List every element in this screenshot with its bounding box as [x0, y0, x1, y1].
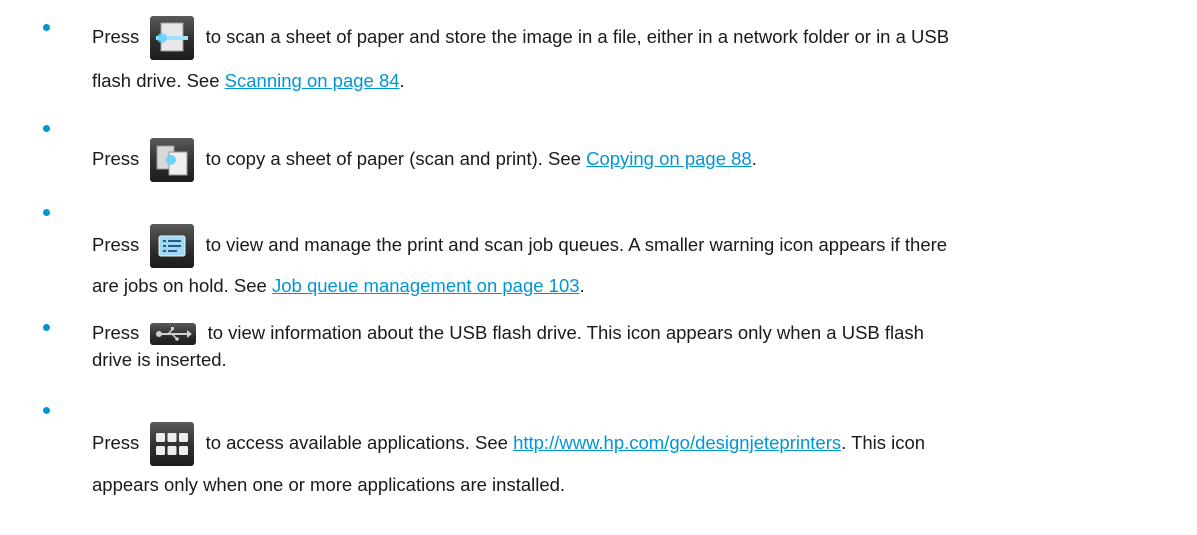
item-text: . This icon: [841, 432, 926, 453]
bullet: [43, 324, 50, 331]
designjet-url-link[interactable]: http://www.hp.com/go/designjeteprinters: [513, 432, 841, 453]
copying-link[interactable]: Copying on page 88: [586, 148, 752, 169]
item-line: appears only when one or more applicatio…: [92, 473, 565, 497]
job-queue-link[interactable]: Job queue management on page 103: [272, 275, 580, 296]
item-text: flash drive. See: [92, 70, 220, 91]
applications-icon: [150, 422, 195, 467]
job-queue-icon: [150, 224, 195, 269]
item-line: Press to scan a sheet of paper and store…: [92, 16, 950, 61]
item-text: appears only when one or more applicatio…: [92, 474, 566, 495]
press-label: Press: [92, 148, 140, 169]
item-text: to scan a sheet of paper and store the i…: [205, 26, 950, 47]
press-label: Press: [92, 432, 140, 453]
scan-icon: [150, 16, 195, 61]
item-text: to view and manage the print and scan jo…: [205, 234, 948, 255]
bullet: [43, 209, 50, 216]
item-text: to copy a sheet of paper (scan and print…: [205, 148, 581, 169]
copy-icon: [150, 138, 195, 183]
item-line: drive is inserted.: [92, 348, 227, 372]
item-line: Press to view information about the USB …: [92, 321, 924, 346]
item-text: to view information about the USB flash …: [207, 322, 924, 343]
press-label: Press: [92, 234, 140, 255]
bullet: [43, 24, 50, 31]
item-line: are jobs on hold. See Job queue manageme…: [92, 274, 585, 298]
item-text: drive is inserted.: [92, 349, 227, 370]
item-line: Press to access available applications. …: [92, 422, 926, 467]
item-text: .: [399, 70, 405, 91]
item-text: to access available applications. See: [205, 432, 508, 453]
usb-icon: [150, 323, 197, 346]
scanning-link[interactable]: Scanning on page 84: [225, 70, 400, 91]
item-text: .: [579, 275, 585, 296]
bullet: [43, 125, 50, 132]
press-label: Press: [92, 322, 140, 343]
item-line: flash drive. See Scanning on page 84.: [92, 69, 405, 93]
item-text: .: [751, 148, 757, 169]
item-line: Press to copy a sheet of paper (scan and…: [92, 138, 757, 183]
item-line: Press to view and manage the print and s…: [92, 224, 948, 269]
press-label: Press: [92, 26, 140, 47]
bullet: [43, 407, 50, 414]
item-text: are jobs on hold. See: [92, 275, 267, 296]
